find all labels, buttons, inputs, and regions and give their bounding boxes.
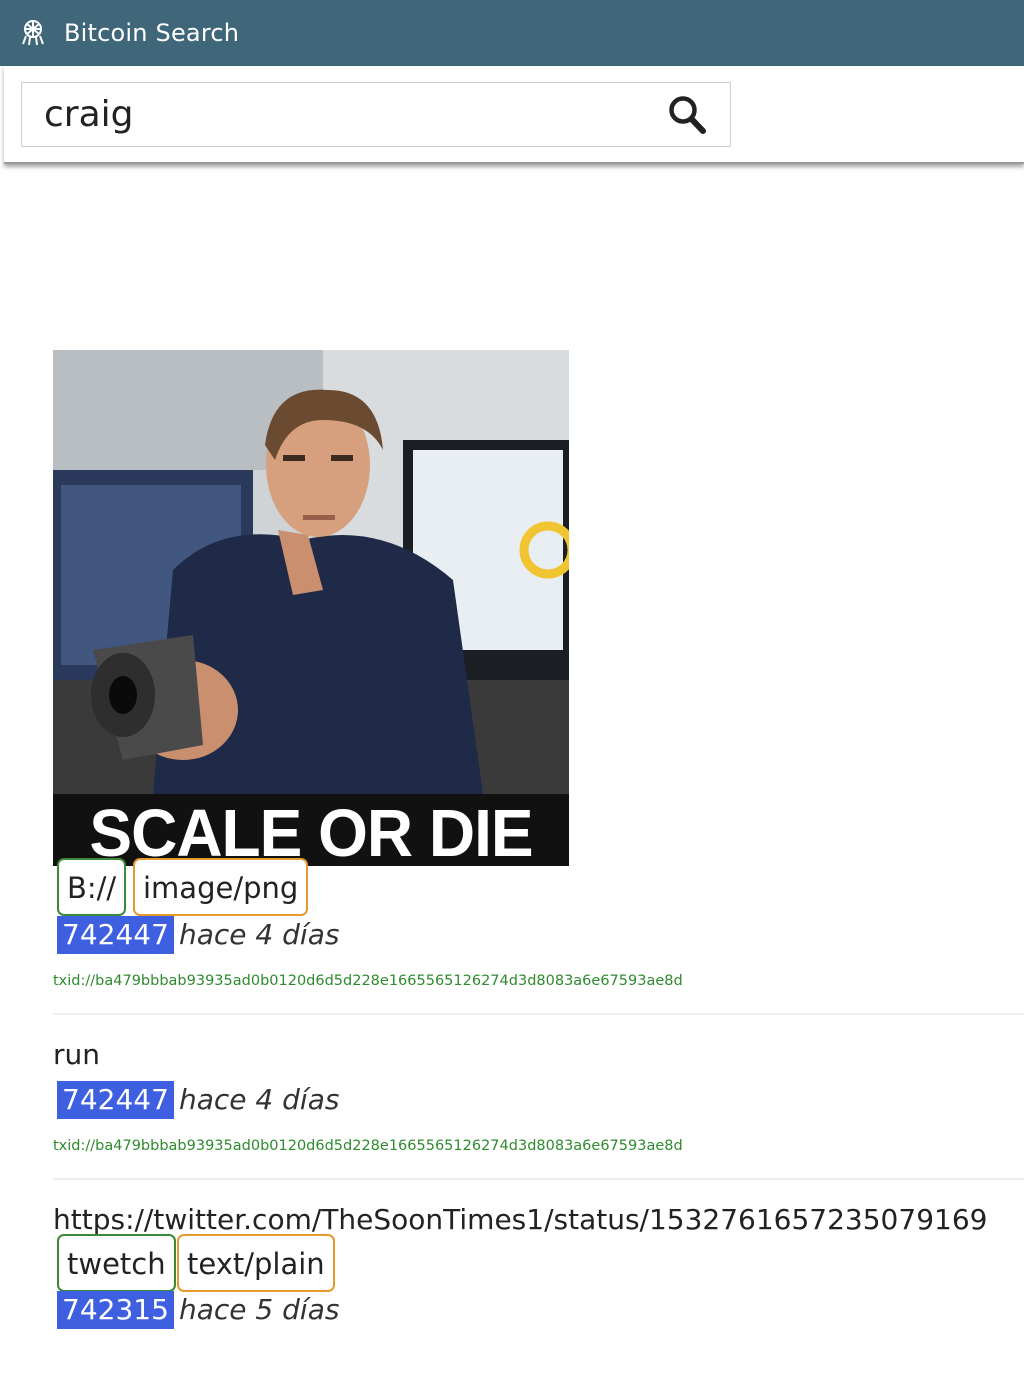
search-icon: [669, 96, 706, 134]
result-divider: [53, 1013, 1024, 1015]
search-button[interactable]: [662, 91, 712, 139]
app-title[interactable]: Bitcoin Search: [64, 19, 239, 47]
tag-protocol[interactable]: twetch: [57, 1234, 176, 1292]
block-badge[interactable]: 742447: [57, 1081, 174, 1119]
tag-mime[interactable]: image/png: [133, 858, 309, 916]
tag-mime[interactable]: text/plain: [177, 1234, 335, 1292]
meme-caption: SCALE OR DIE: [89, 795, 533, 866]
bitcoin-search-logo-icon: [18, 18, 48, 48]
tag-protocol[interactable]: B://: [57, 858, 127, 916]
search-box: [21, 82, 731, 147]
result-time: hace 4 días: [179, 1083, 340, 1116]
meme-photo: [53, 350, 569, 794]
search-input[interactable]: [22, 83, 652, 146]
result-text: run: [53, 1038, 101, 1071]
txid-link[interactable]: txid://ba479bbbab93935ad0b0120d6d5d228e1…: [53, 973, 683, 989]
result-time: hace 4 días: [179, 918, 340, 951]
result-divider: [53, 1178, 1024, 1180]
search-bar: [4, 66, 1024, 164]
result-image[interactable]: SCALE OR DIE: [53, 350, 569, 866]
result-text[interactable]: https://twitter.com/TheSoonTimes1/status…: [53, 1203, 987, 1236]
block-badge[interactable]: 742447: [57, 916, 174, 954]
txid-link[interactable]: txid://ba479bbbab93935ad0b0120d6d5d228e1…: [53, 1138, 683, 1154]
block-badge[interactable]: 742315: [57, 1291, 174, 1329]
top-bar: Bitcoin Search: [0, 0, 1024, 66]
result-time: hace 5 días: [179, 1293, 340, 1326]
